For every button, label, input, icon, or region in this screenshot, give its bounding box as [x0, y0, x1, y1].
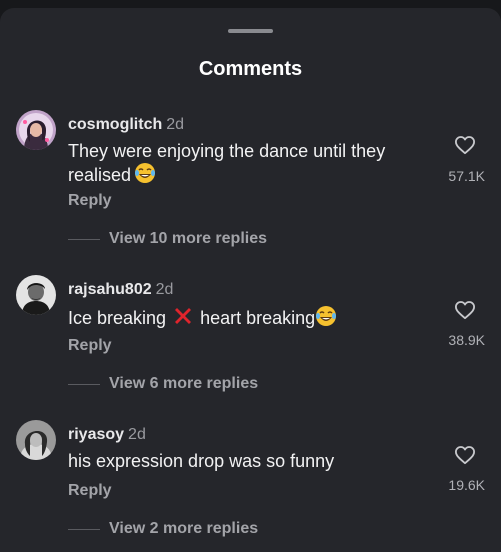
reply-button[interactable]: Reply — [68, 482, 112, 500]
view-more-replies[interactable]: View 6 more replies — [68, 375, 258, 395]
cross-mark-icon — [172, 305, 194, 332]
drag-handle[interactable] — [228, 29, 273, 33]
comment-text: his expression drop was so funny — [68, 451, 335, 471]
avatar[interactable] — [16, 420, 56, 460]
view-more-replies-label[interactable]: View 6 more replies — [109, 375, 258, 392]
like-count: 38.9K — [448, 332, 485, 348]
username[interactable]: cosmoglitch — [68, 116, 162, 133]
reply-button[interactable]: Reply — [68, 192, 112, 210]
comment-meta: riyasoy 2d — [68, 426, 146, 444]
comment-text-block: They were enjoying the dance until they … — [68, 140, 428, 189]
like-count: 19.6K — [448, 477, 485, 493]
comments-sheet: Comments cosmoglitch 2d They were enjoyin… — [0, 8, 501, 552]
divider-line — [68, 528, 100, 530]
view-more-replies-label[interactable]: View 10 more replies — [109, 230, 267, 247]
view-more-replies[interactable]: View 2 more replies — [68, 520, 258, 540]
comment-text-block: his expression drop was so funny — [68, 450, 428, 472]
like-count: 57.1K — [448, 168, 485, 184]
comment-item: rajsahu802 2d Ice breaking heart breaking… — [0, 275, 501, 410]
comment-item: cosmoglitch 2d They were enjoying the dan… — [0, 110, 501, 247]
divider-line — [68, 383, 100, 385]
comment-meta: rajsahu802 2d — [68, 281, 173, 299]
view-more-replies-label[interactable]: View 2 more replies — [109, 520, 258, 537]
comment-time: 2d — [166, 116, 185, 133]
view-more-replies[interactable]: View 10 more replies — [68, 230, 267, 250]
comment-time: 2d — [128, 426, 146, 443]
heart-icon[interactable] — [454, 445, 476, 465]
comment-text: They were enjoying the dance until they … — [68, 141, 386, 185]
comment-meta: cosmoglitch 2d — [68, 116, 184, 134]
laughing-tears-icon — [315, 305, 337, 332]
username[interactable]: rajsahu802 — [68, 281, 152, 298]
divider-line — [68, 238, 100, 240]
comment-time: 2d — [155, 281, 174, 298]
reply-button[interactable]: Reply — [68, 337, 112, 355]
comment-text-before: Ice breaking — [68, 308, 167, 328]
heart-icon[interactable] — [454, 300, 476, 320]
laughing-tears-icon — [134, 162, 156, 189]
comment-text-after: heart breaking — [200, 308, 316, 328]
username[interactable]: riyasoy — [68, 426, 124, 443]
heart-icon[interactable] — [454, 135, 476, 155]
sheet-title: Comments — [198, 58, 303, 80]
avatar[interactable] — [16, 275, 56, 315]
avatar[interactable] — [16, 110, 56, 150]
comment-text-block: Ice breaking heart breaking — [68, 305, 428, 332]
comment-item: riyasoy 2d his expression drop was so fun… — [0, 420, 501, 552]
